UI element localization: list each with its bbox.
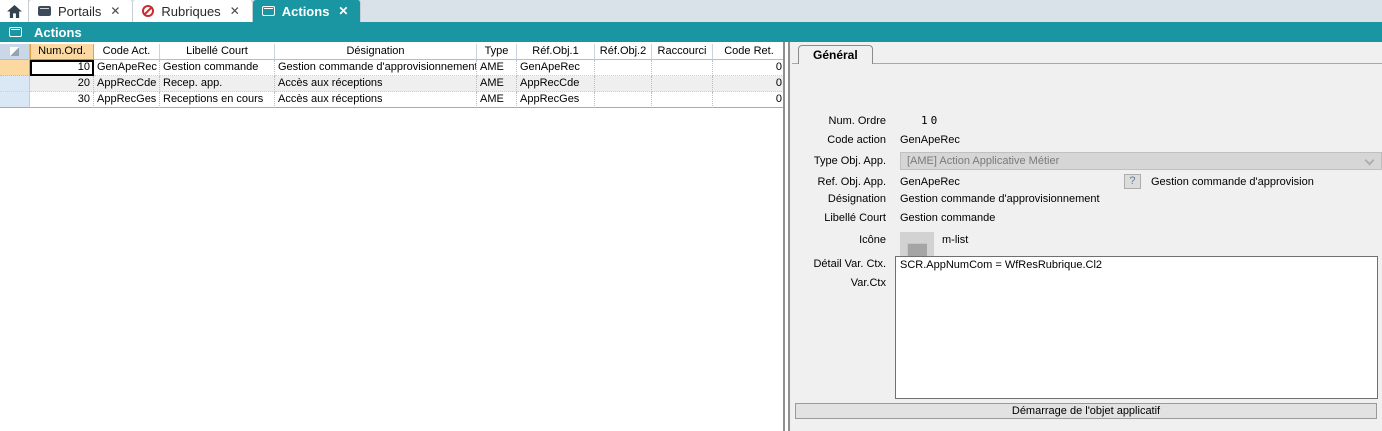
designation-value[interactable]: Gestion commande d'approvisionnement [900,193,1100,205]
type-obj-app-value: [AME] Action Applicative Métier [907,155,1059,167]
libelle-court-value[interactable]: Gestion commande [900,212,995,224]
select-all-corner[interactable] [0,44,30,60]
cell-designation[interactable]: Accès aux réceptions [275,76,477,92]
cell-ref-obj-2[interactable] [595,76,652,92]
cell-code-ret[interactable]: 0 [713,60,783,76]
cell-libelle-court[interactable]: Receptions en cours [160,92,275,108]
actions-table: Num.Ord. Code Act. Libellé Court Désigna… [0,44,783,108]
cell-ref-obj-2[interactable] [595,60,652,76]
column-header-code-act[interactable]: Code Act. [94,44,160,60]
column-header-raccourci[interactable]: Raccourci [652,44,713,60]
cell-raccourci[interactable] [652,60,713,76]
chevron-down-icon [1365,156,1375,166]
table-header-row: Num.Ord. Code Act. Libellé Court Désigna… [0,44,783,60]
cell-libelle-court[interactable]: Gestion commande [160,60,275,76]
tab-actions[interactable]: Actions ✕ [253,0,362,22]
cell-code-ret[interactable]: 0 [713,76,783,92]
field-designation: Désignation Gestion commande d'approvisi… [790,193,1382,205]
num-ordre-value: 10 [921,114,940,127]
field-ref-obj-app: Ref. Obj. App. GenApeRec ? Gestion comma… [790,174,1382,189]
ref-obj-app-value[interactable]: GenApeRec [900,176,960,188]
cell-designation[interactable]: Accès aux réceptions [275,92,477,108]
window-icon [38,6,51,16]
window-icon [262,6,275,16]
row-selector[interactable] [0,60,30,76]
tab-label: Portails [58,4,101,19]
cell-raccourci[interactable] [652,76,713,92]
cell-type[interactable]: AME [477,60,517,76]
help-button[interactable]: ? [1124,174,1141,189]
window-title: Actions [34,25,82,40]
column-header-num-ord[interactable]: Num.Ord. [30,44,94,60]
cell-code-act[interactable]: AppRecCde [94,76,160,92]
column-header-ref-obj-2[interactable]: Réf.Obj.2 [595,44,652,60]
table-row[interactable]: 10 GenApeRec Gestion commande Gestion co… [0,60,783,76]
column-header-ref-obj-1[interactable]: Réf.Obj.1 [517,44,595,60]
field-label: Ref. Obj. App. [790,176,886,188]
panel-divider [792,63,1382,64]
close-icon[interactable]: ✕ [228,4,242,18]
cell-type[interactable]: AME [477,92,517,108]
field-num-ordre: Num. Ordre 10 [790,114,1350,127]
cell-code-ret[interactable]: 0 [713,92,783,108]
window-title-bar: Actions [0,22,1382,42]
column-header-libelle-court[interactable]: Libellé Court [160,44,275,60]
ref-obj-app-hint: Gestion commande d'approvision [1151,176,1314,188]
home-button[interactable] [0,0,29,22]
corner-triangle-icon [10,47,19,56]
cell-num-ord[interactable]: 20 [30,76,94,92]
main-content: Num.Ord. Code Act. Libellé Court Désigna… [0,42,1382,431]
row-selector[interactable] [0,76,30,92]
tab-label: Rubriques [161,4,220,19]
grid-area: Num.Ord. Code Act. Libellé Court Désigna… [0,42,783,431]
field-label: Libellé Court [790,212,886,224]
close-icon[interactable]: ✕ [336,4,350,18]
start-object-button[interactable]: Démarrage de l'objet applicatif [795,403,1377,419]
column-header-designation[interactable]: Désignation [275,44,477,60]
cell-ref-obj-2[interactable] [595,92,652,108]
tab-label: Actions [282,4,330,19]
detail-panel: Général Num. Ordre 10 Code action GenApe… [790,42,1382,431]
cell-code-act[interactable]: AppRecGes [94,92,160,108]
column-header-code-ret[interactable]: Code Ret. [713,44,783,60]
field-label: Désignation [790,193,886,205]
table-row[interactable]: 30 AppRecGes Receptions en cours Accès a… [0,92,783,108]
list-icon [907,243,927,256]
table-row[interactable]: 20 AppRecCde Recep. app. Accès aux récep… [0,76,783,92]
tab-general[interactable]: Général [798,45,873,64]
icone-name: m-list [942,234,968,246]
column-header-type[interactable]: Type [477,44,517,60]
cell-type[interactable]: AME [477,76,517,92]
field-label: Num. Ordre [790,115,886,127]
field-label: Type Obj. App. [790,155,886,167]
field-libelle-court: Libellé Court Gestion commande [790,212,1382,224]
detail-var-ctx-textarea[interactable]: SCR.AppNumCom = WfResRubrique.Cl2 [895,256,1378,399]
field-label: Var.Ctx [790,277,886,289]
cell-ref-obj-1[interactable]: GenApeRec [517,60,595,76]
field-type-obj-app: Type Obj. App. [AME] Action Applicative … [790,152,1382,170]
panel-splitter[interactable] [783,42,790,431]
tab-rubriques[interactable]: Rubriques ✕ [133,0,252,22]
forbidden-icon [142,5,154,17]
cell-designation[interactable]: Gestion commande d'approvisionnement [275,60,477,76]
type-obj-app-select: [AME] Action Applicative Métier [900,152,1382,170]
field-code-action: Code action GenApeRec [790,134,1350,146]
tab-portails[interactable]: Portails ✕ [29,0,133,22]
cell-ref-obj-1[interactable]: AppRecCde [517,76,595,92]
close-icon[interactable]: ✕ [108,4,122,18]
cell-ref-obj-1[interactable]: AppRecGes [517,92,595,108]
code-action-value[interactable]: GenApeRec [900,134,960,146]
window-icon [9,27,22,37]
home-icon [7,5,22,18]
field-label: Icône [790,234,886,246]
field-label: Détail Var. Ctx. [790,258,886,270]
row-selector[interactable] [0,92,30,108]
cell-num-ord[interactable]: 30 [30,92,94,108]
cell-raccourci[interactable] [652,92,713,108]
cell-num-ord-selected[interactable]: 10 [30,60,94,76]
field-label: Code action [790,134,886,146]
cell-code-act[interactable]: GenApeRec [94,60,160,76]
tab-bar: Portails ✕ Rubriques ✕ Actions ✕ [0,0,1382,22]
cell-libelle-court[interactable]: Recep. app. [160,76,275,92]
